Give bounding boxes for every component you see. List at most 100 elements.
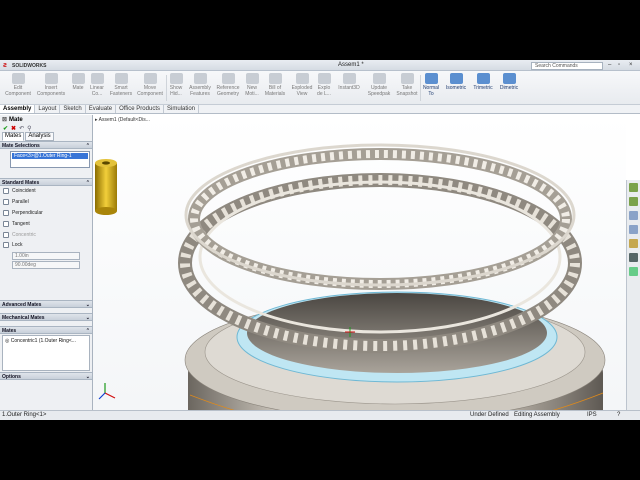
tab-sketch[interactable]: Sketch: [60, 105, 86, 113]
restore-icon[interactable]: ▫: [618, 62, 620, 68]
collapse-icon: ⌃: [85, 180, 90, 186]
mate-list-item[interactable]: ◎ Concentric1 (1.Outer Ring<...: [5, 338, 87, 344]
app-logo[interactable]: ƨ SOLIDWORKS: [3, 62, 46, 69]
tab-evaluate[interactable]: Evaluate: [86, 105, 117, 113]
take-snapshot-button[interactable]: Take Snapshot: [395, 73, 419, 97]
bill-of-materials-label: Bill of Materials: [264, 85, 286, 97]
edit-component-button[interactable]: Edit Component: [3, 73, 33, 97]
normal-to-button[interactable]: Normal To: [421, 73, 441, 97]
search-commands-input[interactable]: Search Commands: [531, 62, 603, 70]
smart-fasteners-label: Smart Fasteners: [109, 85, 133, 97]
mates-header[interactable]: Mates ⌃: [0, 325, 92, 334]
tab-layout[interactable]: Layout: [35, 105, 61, 113]
insert-components-button[interactable]: Insert Components: [35, 73, 67, 97]
explode-line-sketch-icon: [317, 73, 331, 84]
tangent-mate[interactable]: Tangent: [0, 218, 92, 229]
distance-input[interactable]: 1.00in: [12, 251, 80, 260]
design-library-icon[interactable]: [629, 197, 638, 206]
instant3d-button[interactable]: Instant3D: [334, 73, 364, 91]
appearances-icon[interactable]: [629, 239, 638, 248]
yellow-bushing-part[interactable]: [95, 159, 117, 215]
new-motion-study-button[interactable]: New Moti...: [243, 73, 261, 97]
take-snapshot-label: Take Snapshot: [396, 85, 418, 97]
mate-button[interactable]: Mate: [69, 73, 87, 91]
trimetric-label: Trimetric: [473, 85, 493, 91]
update-speedpak-button[interactable]: Update Speedpak: [366, 73, 392, 97]
expand-icon: ⌄: [85, 301, 90, 308]
lock-icon: [3, 242, 9, 249]
status-selection: 1.Outer Ring<1>: [2, 412, 47, 418]
mate-label: Mate: [72, 85, 84, 91]
pushpin-icon[interactable]: ⚲: [27, 125, 31, 132]
move-component-button[interactable]: Move Component: [135, 73, 165, 97]
trimetric-button[interactable]: Trimetric: [470, 73, 496, 91]
linear-pattern-button[interactable]: Linear Co...: [87, 73, 107, 97]
mate-property-manager: ⊠ Mate ✔ ✖ ↶ ⚲ Mates Analysis Mate Selec…: [0, 115, 93, 410]
tab-simulation[interactable]: Simulation: [164, 105, 200, 113]
mechanical-mates-label: Mechanical Mates: [2, 314, 45, 321]
lock-mate[interactable]: Lock: [0, 240, 92, 251]
view-palette-icon[interactable]: [629, 225, 638, 234]
bill-of-materials-button[interactable]: Bill of Materials: [262, 73, 288, 97]
tab-mates[interactable]: Mates: [2, 132, 25, 141]
explode-line-sketch-button[interactable]: Explo de L...: [315, 73, 333, 97]
exploded-view-label: Exploded View: [291, 85, 313, 97]
title-bar: ƨ SOLIDWORKS Assem1 * Search Commands – …: [0, 60, 640, 71]
dimetric-button[interactable]: Dimetric: [496, 73, 522, 91]
bearing-model-3d[interactable]: [93, 115, 626, 410]
concentric-mate[interactable]: Concentric: [0, 229, 92, 240]
ok-button[interactable]: ✔: [3, 125, 8, 132]
new-motion-study-icon: [245, 73, 259, 84]
isometric-label: Isometric: [445, 85, 467, 91]
solidworks-forum-icon[interactable]: [629, 267, 638, 276]
file-explorer-icon[interactable]: [629, 211, 638, 220]
assembly-features-button[interactable]: Assembly Features: [186, 73, 214, 97]
resources-icon[interactable]: [629, 183, 638, 192]
command-manager-tabs: Assembly Layout Sketch Evaluate Office P…: [0, 105, 640, 114]
close-icon[interactable]: ×: [629, 62, 633, 68]
perpendicular-mate[interactable]: Perpendicular: [0, 208, 92, 219]
command-manager-toolbar: Edit Component Insert Components Mate Li…: [0, 71, 640, 105]
mechanical-mates-header[interactable]: Mechanical Mates ⌄: [0, 312, 92, 321]
exploded-view-button[interactable]: Exploded View: [289, 73, 315, 97]
reference-geometry-button[interactable]: Reference Geometry: [214, 73, 242, 97]
graphics-area[interactable]: ▸ Assem1 (Default<Dis...: [93, 115, 626, 410]
expand-icon: ⌄: [85, 314, 90, 321]
cancel-button[interactable]: ✖: [11, 125, 16, 132]
mates-label: Mates: [2, 327, 17, 334]
mate-icon: ⊠: [2, 117, 8, 123]
options-header[interactable]: Options ⌄: [0, 371, 92, 380]
document-title: Assem1 *: [338, 62, 364, 68]
minimize-icon[interactable]: –: [608, 62, 611, 68]
units-selector[interactable]: IPS: [587, 412, 597, 418]
help-icon[interactable]: ?: [617, 412, 620, 418]
mate-selection-box[interactable]: Face<3>@1.Outer Ring-1: [10, 151, 90, 168]
coincident-mate[interactable]: Coincident: [0, 186, 92, 197]
undo-button[interactable]: ↶: [19, 125, 24, 132]
advanced-mates-label: Advanced Mates: [2, 301, 42, 308]
take-snapshot-icon: [400, 73, 414, 84]
selected-face-entity[interactable]: Face<3>@1.Outer Ring-1: [12, 153, 88, 159]
show-hidden-button[interactable]: Show Hid...: [167, 73, 185, 97]
tab-office-products[interactable]: Office Products: [116, 105, 164, 113]
mate-icon: [71, 73, 85, 84]
custom-properties-icon[interactable]: [629, 253, 638, 262]
angle-input[interactable]: 90.00deg: [12, 260, 80, 269]
insert-components-icon: [44, 73, 58, 84]
isometric-button[interactable]: Isometric: [443, 73, 469, 91]
advanced-mates-header[interactable]: Advanced Mates ⌄: [0, 299, 92, 308]
linear-pattern-icon: [90, 73, 104, 84]
mate-selections-label: Mate Selections: [2, 143, 40, 149]
parallel-mate[interactable]: Parallel: [0, 197, 92, 208]
smart-fasteners-button[interactable]: Smart Fasteners: [108, 73, 134, 97]
concentric-icon: [3, 231, 9, 238]
mate-list-item-label: Concentric1 (1.Outer Ring<...: [10, 337, 76, 344]
mate-selections-header[interactable]: Mate Selections ⌃: [0, 141, 92, 149]
solidworks-window: ƨ SOLIDWORKS Assem1 * Search Commands – …: [0, 60, 640, 420]
tab-assembly[interactable]: Assembly: [0, 105, 36, 113]
mates-list[interactable]: ◎ Concentric1 (1.Outer Ring<...: [2, 334, 90, 371]
tab-analysis[interactable]: Analysis: [25, 132, 54, 141]
parallel-icon: [3, 199, 9, 206]
standard-mates-header[interactable]: Standard Mates ⌃: [0, 178, 92, 186]
